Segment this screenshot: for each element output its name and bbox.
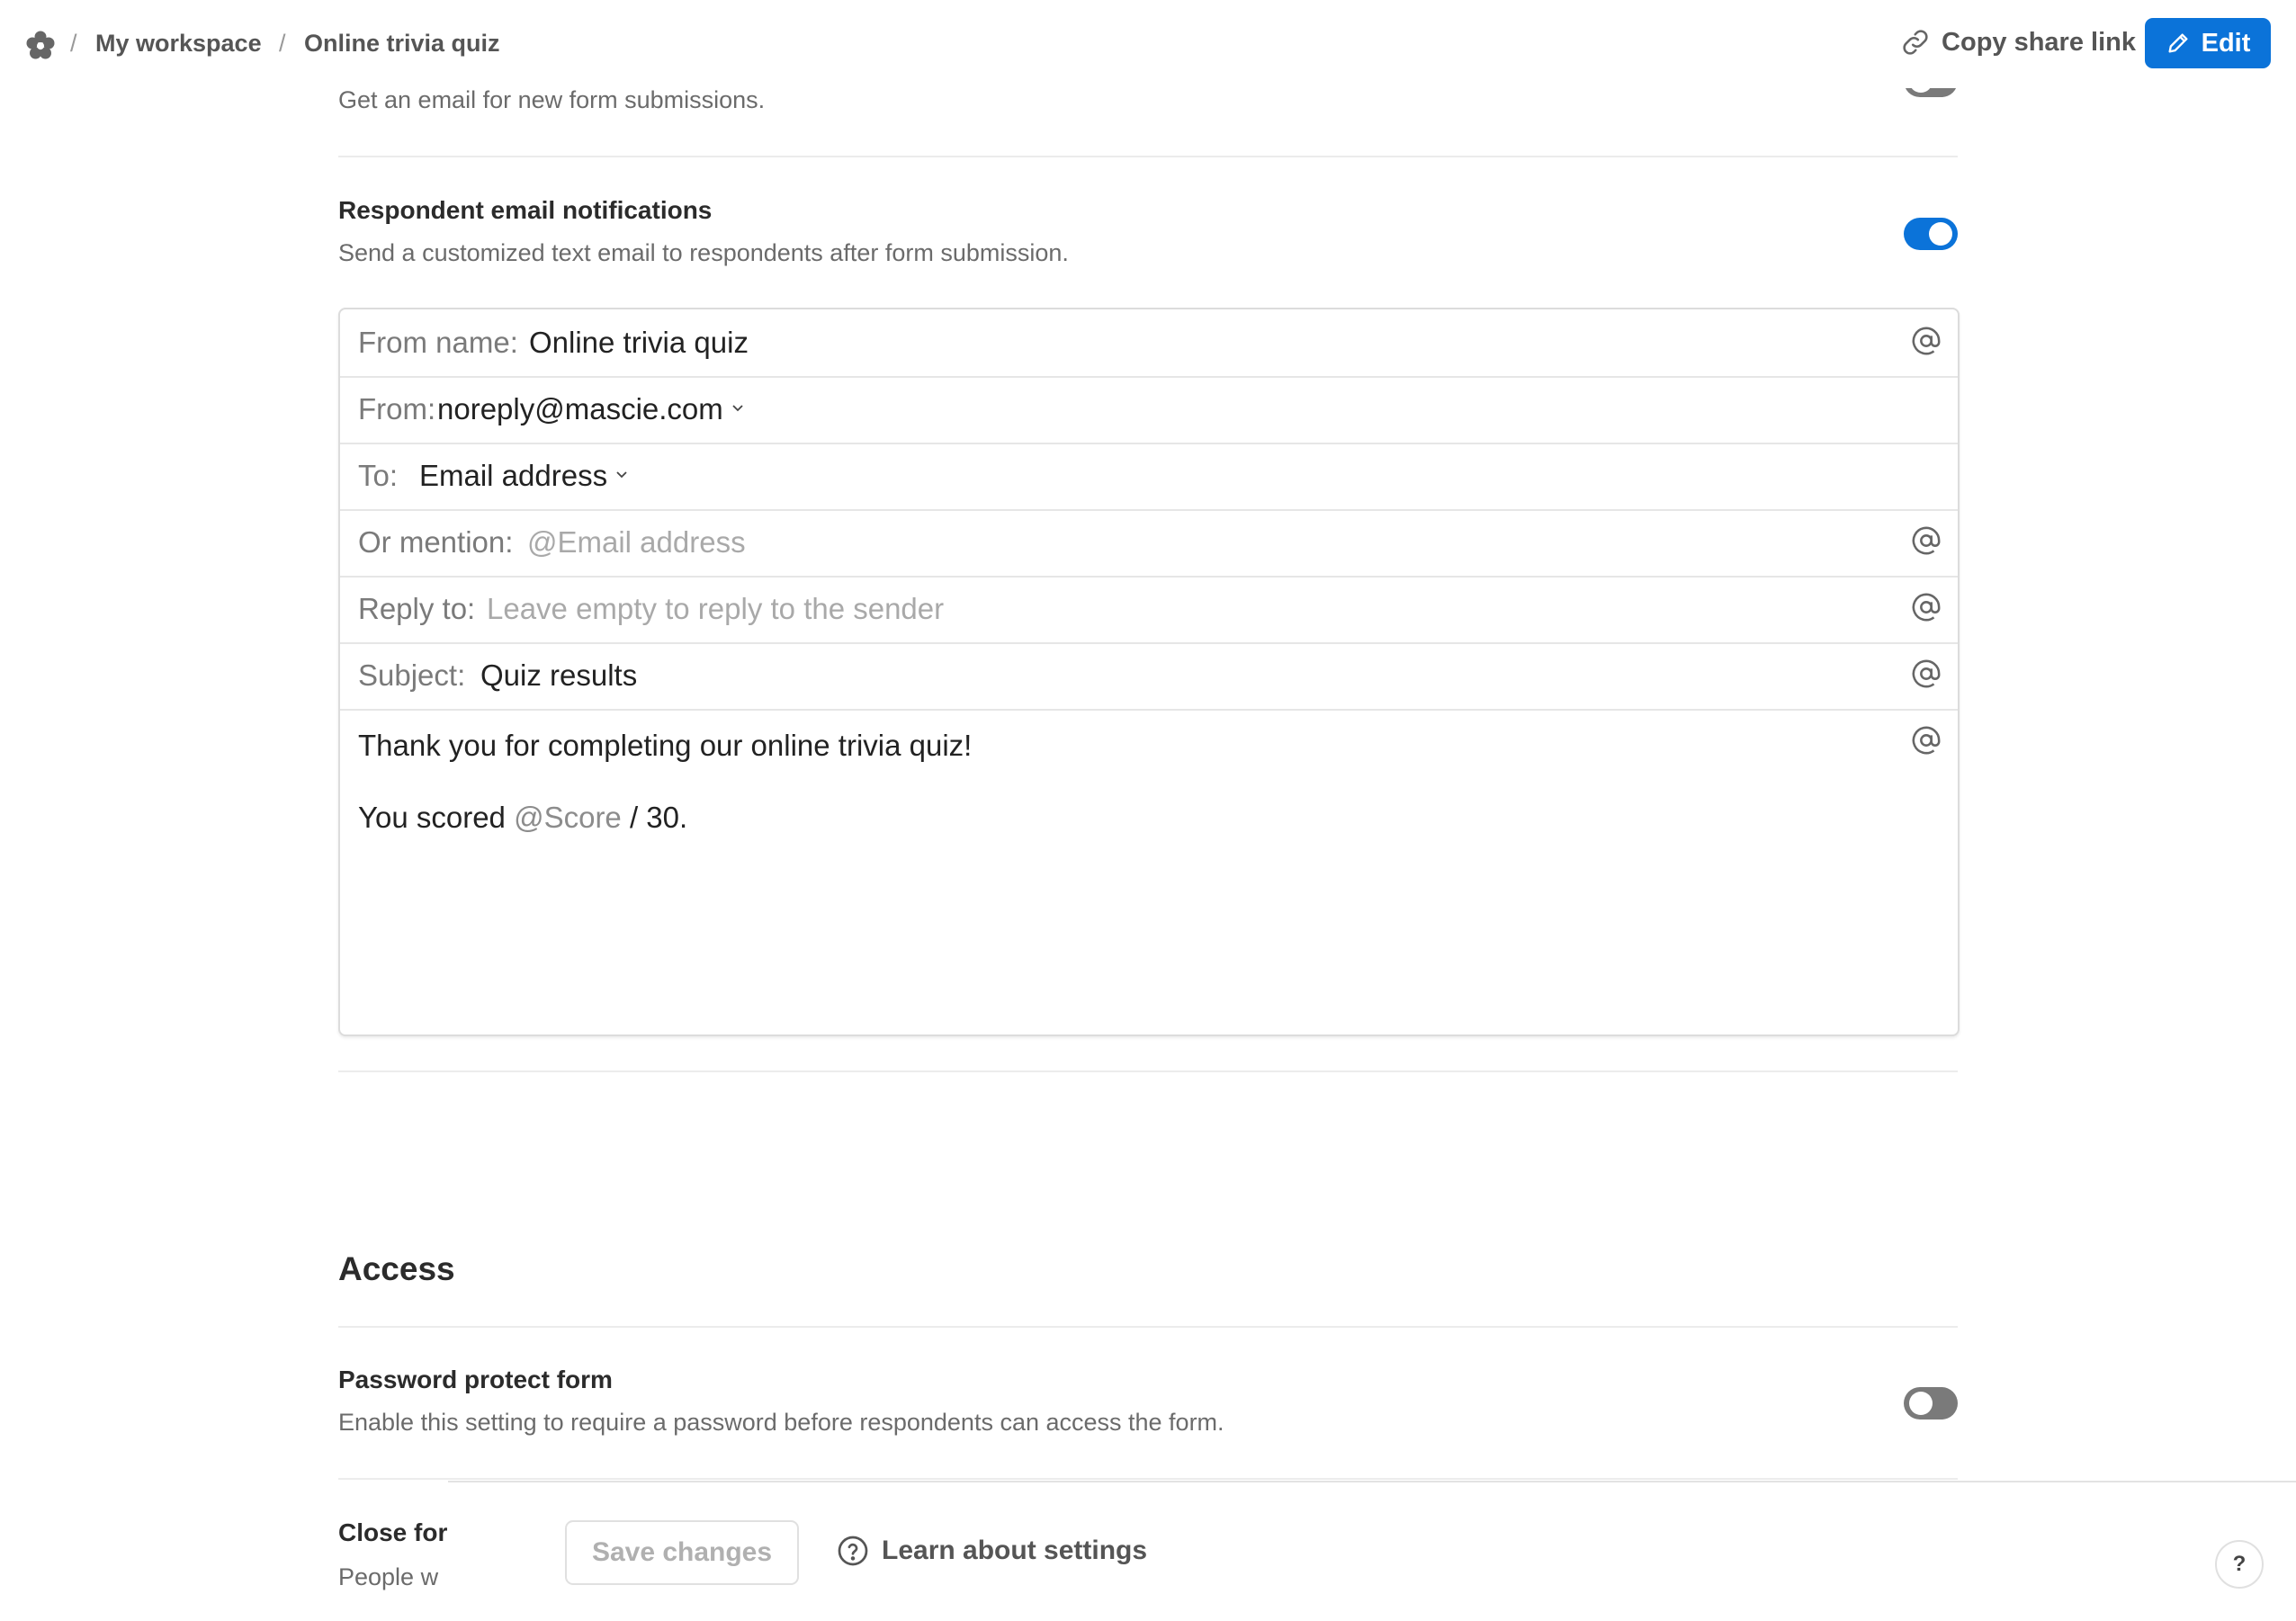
mention-label: Or mention: [358,525,514,559]
reply-to-label: Reply to: [358,592,476,625]
copy-share-link-label: Copy share link [1942,27,2136,57]
breadcrumb-form[interactable]: Online trivia quiz [304,27,500,59]
subject-label: Subject: [358,658,466,692]
mention-input[interactable]: @Email address [527,525,746,560]
close-form-description: People w [338,1563,439,1590]
workspace-logo-icon[interactable] [25,30,56,60]
learn-about-settings-label: Learn about settings [882,1536,1148,1565]
from-name-row[interactable]: From name: Online trivia quiz [340,309,1958,378]
to-label: To: [358,459,399,492]
pencil-icon [2168,33,2188,53]
bottom-action-bar: Save changes Learn about settings ? [448,1481,2296,1621]
respondent-notifications-title: Respondent email notifications [338,196,713,224]
question-circle-icon [838,1536,868,1566]
chevron-down-icon [616,471,627,479]
from-label: From: [358,392,436,425]
from-name-label: From name: [358,326,518,359]
chevron-down-icon [732,405,743,412]
reply-to-input[interactable]: Leave empty to reply to the sender [487,592,944,626]
edit-button[interactable]: Edit [2145,18,2271,68]
email-body-editor[interactable]: Thank you for completing our online triv… [340,709,1958,1033]
from-row[interactable]: From: noreply@mascie.com [340,376,1958,444]
email-body-line: You scored @Score / 30. [358,801,688,834]
to-select[interactable]: Email address [419,459,629,493]
owner-notifications-description: Get an email for new form submissions. [338,86,766,113]
divider [338,156,1958,157]
mention-icon[interactable] [1911,592,1942,622]
email-composer: From name: Online trivia quiz From: nore… [338,308,1960,1036]
edit-label: Edit [2201,28,2251,58]
email-body-line: Thank you for completing our online triv… [358,729,973,762]
password-protect-toggle[interactable] [1904,1387,1958,1419]
subject-input[interactable]: Quiz results [480,658,637,693]
respondent-notifications-toggle[interactable] [1904,218,1958,250]
to-row[interactable]: To: Email address [340,443,1958,511]
help-button[interactable]: ? [2215,1540,2264,1589]
breadcrumb-workspace[interactable]: My workspace [95,27,262,59]
link-icon [1903,30,1928,55]
from-name-input[interactable]: Online trivia quiz [529,326,749,360]
reply-to-row[interactable]: Reply to: Leave empty to reply to the se… [340,576,1958,644]
access-heading: Access [338,1250,455,1287]
password-protect-title: Password protect form [338,1366,613,1393]
breadcrumb-separator: / [70,30,77,57]
breadcrumb-separator: / [279,30,286,57]
learn-about-settings-link[interactable]: Learn about settings [837,1535,1147,1567]
close-form-title: Close for [338,1518,448,1546]
score-mention[interactable]: @Score [514,801,622,834]
respondent-notifications-description: Send a customized text email to responde… [338,239,1069,266]
top-bar: / My workspace / Online trivia quiz Copy… [0,0,2296,88]
mention-icon[interactable] [1911,525,1942,556]
copy-share-link-button[interactable]: Copy share link [1900,27,2136,58]
divider [338,1326,1958,1328]
divider [338,1070,1958,1072]
to-value: Email address [419,459,608,492]
mention-icon[interactable] [1911,326,1942,356]
save-changes-button[interactable]: Save changes [565,1520,799,1585]
from-value: noreply@mascie.com [437,392,723,425]
from-select[interactable]: noreply@mascie.com [437,392,745,426]
mention-icon[interactable] [1911,658,1942,689]
mention-icon[interactable] [1911,725,1942,756]
divider [338,1478,1958,1480]
mention-row[interactable]: Or mention: @Email address [340,509,1958,578]
password-protect-description: Enable this setting to require a passwor… [338,1409,1224,1436]
subject-row[interactable]: Subject: Quiz results [340,642,1958,711]
